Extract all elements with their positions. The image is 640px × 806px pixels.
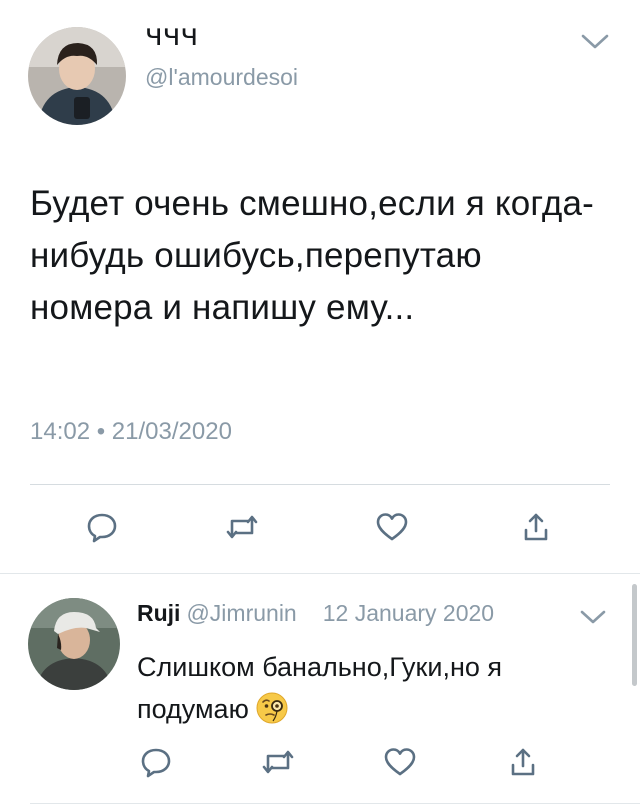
author-avatar[interactable] — [28, 27, 126, 125]
share-icon — [506, 745, 540, 784]
divider — [30, 484, 610, 485]
retweet-icon — [224, 510, 260, 549]
reply-like-button[interactable] — [380, 746, 420, 782]
reply-text: Слишком банально,Гуки,но я подумаю — [137, 652, 502, 724]
retweet-icon — [260, 745, 296, 784]
author-name[interactable]: ччч — [145, 18, 198, 53]
reply-text-container: Слишком банально,Гуки,но я подумаю — [137, 646, 607, 730]
tweet-text: Будет очень смешно,если я когда-нибудь о… — [30, 184, 594, 327]
reply-reply-button[interactable] — [136, 746, 176, 782]
share-icon — [519, 510, 553, 549]
speech-bubble-icon — [139, 745, 173, 784]
tweet-timestamp[interactable]: 14:02 • 21/03/2020 — [30, 418, 232, 446]
heart-icon — [374, 510, 410, 549]
share-button[interactable] — [516, 511, 556, 547]
scrollbar[interactable] — [632, 584, 637, 686]
reply-author-handle[interactable]: @Jimrunin — [186, 600, 296, 626]
reply-button[interactable] — [82, 511, 122, 547]
author-handle[interactable]: @l'amourdesoi — [145, 64, 298, 91]
reply-retweet-button[interactable] — [258, 746, 298, 782]
speech-bubble-icon — [85, 510, 119, 549]
divider — [0, 573, 640, 574]
chevron-down-icon[interactable] — [580, 32, 610, 52]
retweet-button[interactable] — [222, 511, 262, 547]
like-button[interactable] — [372, 511, 412, 547]
reply-date[interactable]: 12 January 2020 — [323, 600, 494, 626]
face-with-monocle-icon — [255, 691, 289, 725]
reply-share-button[interactable] — [503, 746, 543, 782]
reply-author-avatar[interactable] — [28, 598, 120, 690]
divider — [30, 803, 640, 804]
chevron-down-icon[interactable] — [579, 608, 607, 626]
heart-icon — [382, 745, 418, 784]
reply-author-name[interactable]: Ruji — [137, 600, 180, 626]
reply-header: Ruji @Jimrunin 12 January 2020 — [137, 600, 494, 627]
